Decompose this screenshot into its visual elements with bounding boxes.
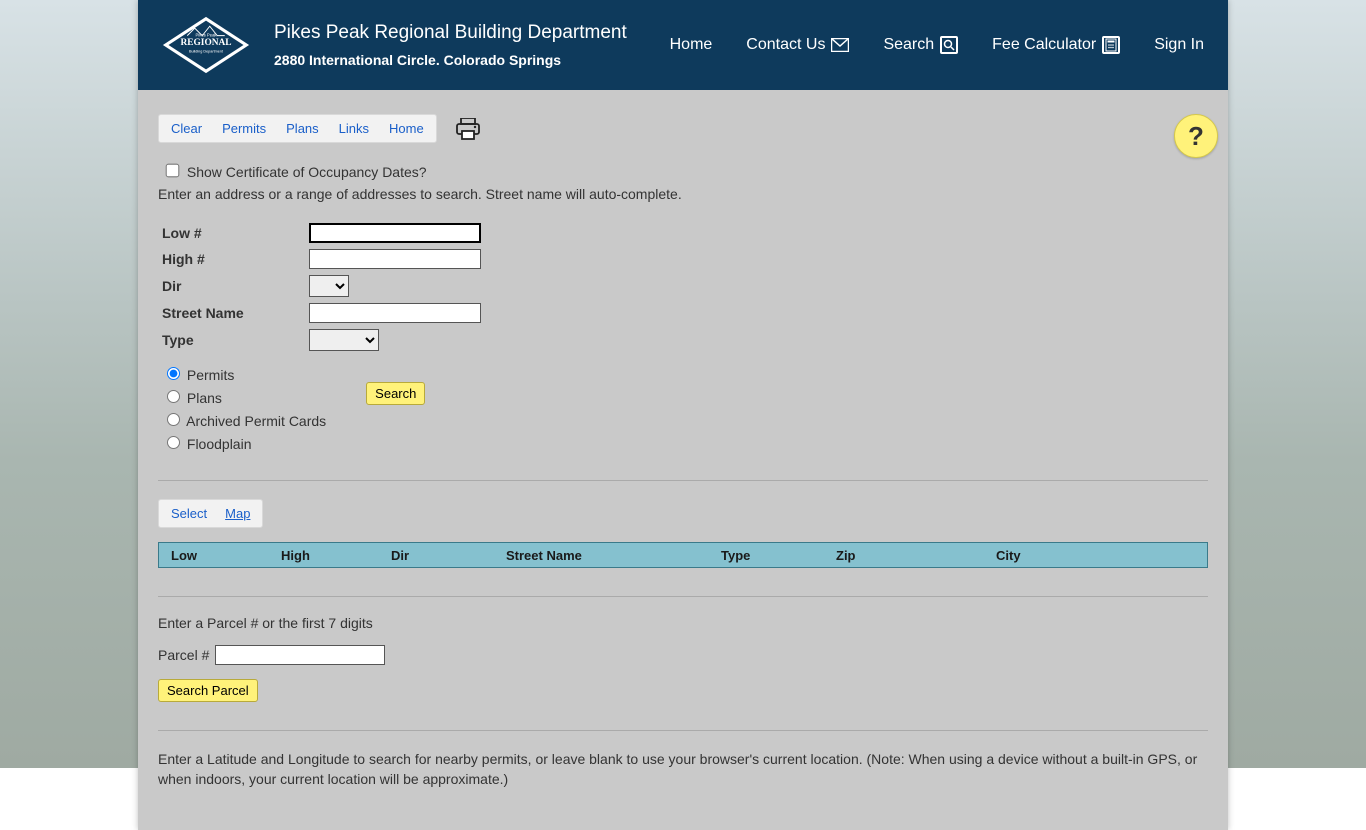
nav-signin[interactable]: Sign In xyxy=(1154,36,1204,54)
site-title: Pikes Peak Regional Building Department xyxy=(274,22,627,44)
svg-text:REGIONAL: REGIONAL xyxy=(181,38,232,48)
col-type: Type xyxy=(709,548,824,563)
col-zip: Zip xyxy=(824,548,984,563)
label-high: High # xyxy=(158,248,308,270)
label-type: Type xyxy=(158,328,308,352)
radio-plans-label[interactable]: Plans xyxy=(162,387,326,406)
radio-plans[interactable] xyxy=(167,390,180,403)
mail-icon xyxy=(831,36,849,54)
toolbar-clear[interactable]: Clear xyxy=(171,121,202,136)
nav-search[interactable]: Search xyxy=(883,36,958,54)
parcel-intro: Enter a Parcel # or the first 7 digits xyxy=(158,615,1208,631)
input-parcel[interactable] xyxy=(215,645,385,665)
label-street: Street Name xyxy=(158,302,308,324)
print-icon[interactable] xyxy=(455,118,481,140)
input-street[interactable] xyxy=(309,303,481,323)
results-map[interactable]: Map xyxy=(225,506,250,521)
toolbar-links[interactable]: Links xyxy=(339,121,369,136)
latlng-intro: Enter a Latitude and Longitude to search… xyxy=(158,749,1208,790)
action-toolbar: Clear Permits Plans Links Home xyxy=(158,114,437,143)
radio-floodplain-label[interactable]: Floodplain xyxy=(162,433,326,452)
search-parcel-button[interactable]: Search Parcel xyxy=(158,679,258,702)
parcel-label: Parcel # xyxy=(158,647,209,663)
help-button[interactable]: ? xyxy=(1174,114,1218,158)
col-city: City xyxy=(984,548,1207,563)
nav-fee-calculator[interactable]: Fee Calculator xyxy=(992,36,1120,54)
radio-permits-label[interactable]: Permits xyxy=(162,364,326,383)
logo: REGIONAL Pikes Peak Building Department xyxy=(156,13,256,77)
results-select[interactable]: Select xyxy=(171,506,207,521)
toolbar-home[interactable]: Home xyxy=(389,121,424,136)
toolbar-permits[interactable]: Permits xyxy=(222,121,266,136)
site-subtitle: 2880 International Circle. Colorado Spri… xyxy=(274,52,627,68)
occupancy-checkbox[interactable] xyxy=(166,164,180,178)
radio-archived-label[interactable]: Archived Permit Cards xyxy=(162,410,326,429)
svg-text:Building Department: Building Department xyxy=(189,50,224,54)
radio-permits[interactable] xyxy=(167,367,180,380)
address-intro: Enter an address or a range of addresses… xyxy=(158,186,1208,202)
col-low: Low xyxy=(159,548,269,563)
col-high: High xyxy=(269,548,379,563)
radio-floodplain[interactable] xyxy=(167,436,180,449)
toolbar-plans[interactable]: Plans xyxy=(286,121,319,136)
col-dir: Dir xyxy=(379,548,494,563)
input-low[interactable] xyxy=(309,223,481,243)
title-block: Pikes Peak Regional Building Department … xyxy=(274,22,627,68)
radio-archived[interactable] xyxy=(167,413,180,426)
results-toolbar: Select Map xyxy=(158,499,263,528)
results-header-row: Low High Dir Street Name Type Zip City xyxy=(158,542,1208,568)
site-header: REGIONAL Pikes Peak Building Department … xyxy=(138,0,1228,90)
search-icon xyxy=(940,36,958,54)
label-dir: Dir xyxy=(158,274,308,298)
label-low: Low # xyxy=(158,222,308,244)
svg-text:Pikes Peak: Pikes Peak xyxy=(195,33,217,38)
col-street: Street Name xyxy=(494,548,709,563)
nav-home[interactable]: Home xyxy=(670,36,713,54)
occupancy-checkbox-label[interactable]: Show Certificate of Occupancy Dates? xyxy=(162,164,427,180)
calculator-icon xyxy=(1102,36,1120,54)
search-button[interactable]: Search xyxy=(366,382,425,405)
nav-contact[interactable]: Contact Us xyxy=(746,36,849,54)
select-type[interactable] xyxy=(309,329,379,351)
select-dir[interactable] xyxy=(309,275,349,297)
input-high[interactable] xyxy=(309,249,481,269)
